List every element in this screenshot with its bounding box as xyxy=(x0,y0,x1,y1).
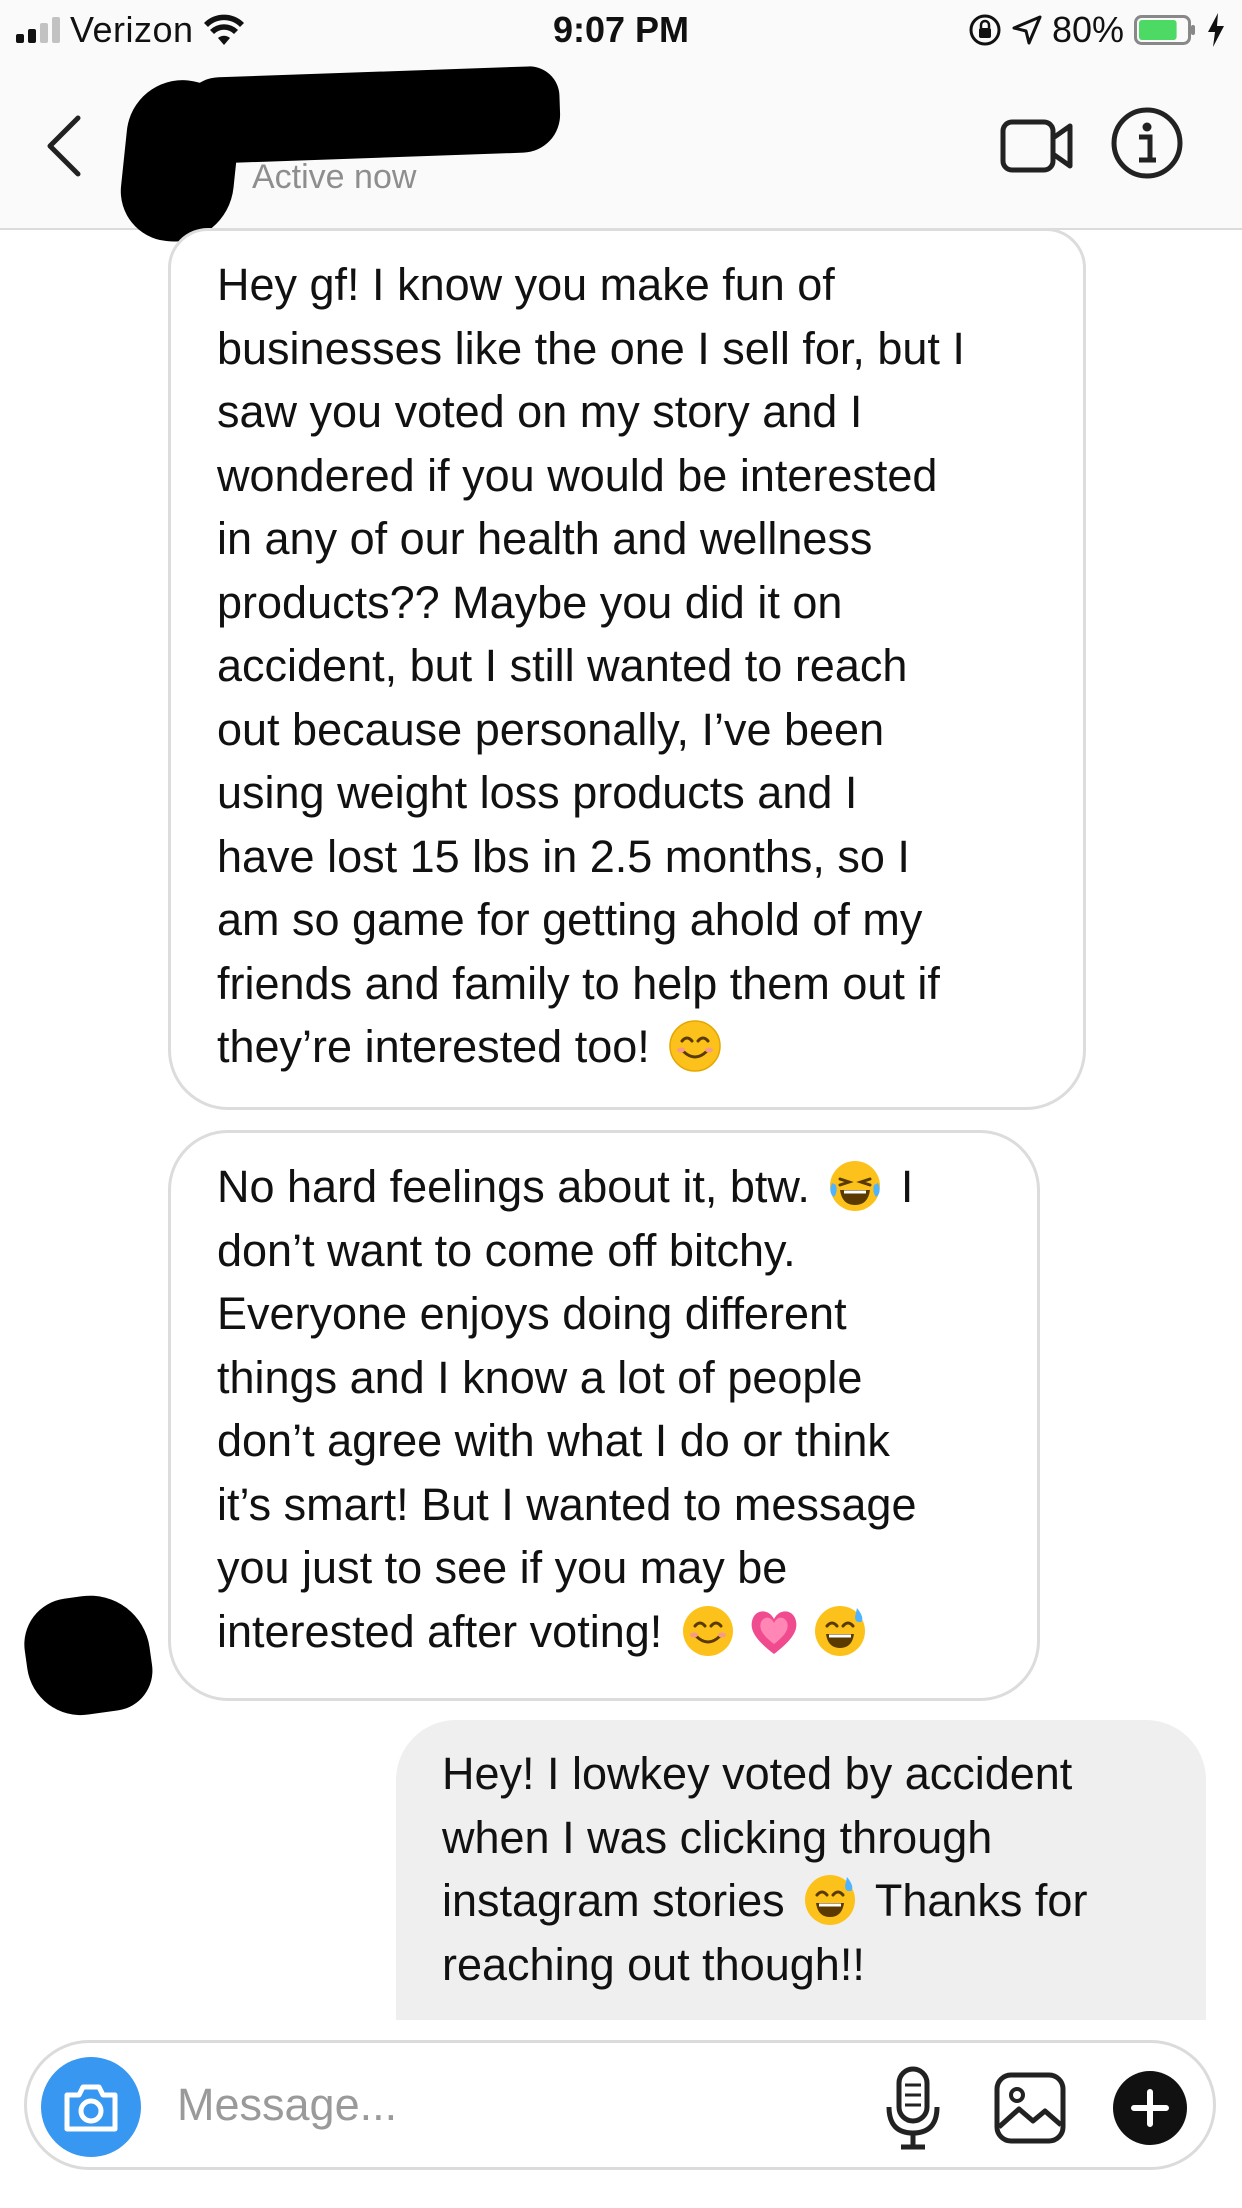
microphone-icon[interactable] xyxy=(883,2065,943,2151)
message-line: you just to see if you may be xyxy=(217,1542,788,1593)
message-line: Hey! I lowkey voted by accident xyxy=(442,1748,1073,1799)
laughing-tears-emoji-icon xyxy=(830,1161,881,1212)
message-line: out because personally, I’ve been xyxy=(217,703,885,755)
more-options-button[interactable] xyxy=(1113,2071,1187,2145)
active-status: Active now xyxy=(252,158,417,196)
location-arrow-icon xyxy=(1012,15,1042,45)
message-input[interactable] xyxy=(177,2069,777,2141)
camera-button[interactable] xyxy=(41,2057,141,2157)
message-line: reaching out though!! xyxy=(442,1938,865,1990)
outgoing-message-bubble[interactable]: Hey! I lowkey voted by accident when I w… xyxy=(396,1720,1206,2020)
message-line: don’t agree with what I do or think xyxy=(217,1415,890,1466)
message-line: Everyone enjoys doing different xyxy=(217,1288,847,1339)
redacted-sender-avatar[interactable] xyxy=(18,1587,158,1723)
camera-icon xyxy=(64,2084,118,2132)
video-call-icon[interactable] xyxy=(1000,114,1074,178)
message-line: don’t want to come off bitchy. xyxy=(217,1224,796,1276)
message-line: using weight loss products and I xyxy=(217,767,858,818)
chat-header: Active now xyxy=(0,62,1242,248)
battery-icon xyxy=(1134,15,1195,45)
message-line: saw you voted on my story and I xyxy=(217,386,863,437)
message-line: am so game for getting ahold of my xyxy=(217,894,923,945)
growing-heart-emoji-icon xyxy=(751,1610,797,1654)
status-bar: Verizon 9:07 PM 80% xyxy=(0,0,1242,62)
orientation-lock-icon xyxy=(969,14,1001,46)
back-chevron-icon[interactable] xyxy=(44,114,84,178)
message-line-with-emoji: interested after voting! xyxy=(217,1600,997,1664)
message-line: when I was clicking through xyxy=(442,1811,993,1863)
message-line: things and I know a lot of people xyxy=(217,1351,863,1403)
redacted-username[interactable] xyxy=(178,65,562,165)
message-line: it’s smart! But I wanted to message xyxy=(217,1478,917,1530)
charging-bolt-icon xyxy=(1208,13,1224,47)
message-line: have lost 15 lbs in 2.5 months, so I xyxy=(217,830,910,882)
message-line: Thanks for xyxy=(874,1875,1088,1926)
incoming-message-bubble[interactable]: Hey gf! I know you make fun of businesse… xyxy=(168,228,1086,1110)
message-line-with-emoji: instagram stories Thanks for xyxy=(442,1869,1166,1933)
message-line: instagram stories xyxy=(442,1875,785,1926)
message-line: accident, but I still wanted to reach xyxy=(217,640,908,691)
message-line: products?? Maybe you did it on xyxy=(217,576,843,628)
smiling-face-emoji-icon xyxy=(682,1605,733,1656)
sweat-smile-emoji-icon xyxy=(814,1605,865,1656)
message-line-with-emoji: No hard feelings about it, btw. I xyxy=(217,1155,997,1219)
message-line: wondered if you would be interested xyxy=(217,449,938,501)
message-line: in any of our health and wellness xyxy=(217,513,873,564)
status-bar-right: 80% xyxy=(968,8,1226,52)
incoming-message-bubble[interactable]: No hard feelings about it, btw. I don’t … xyxy=(168,1130,1040,1701)
smiling-face-emoji-icon xyxy=(669,1020,722,1072)
info-icon[interactable] xyxy=(1110,106,1184,180)
plus-icon xyxy=(1131,2089,1169,2127)
message-line: interested after voting! xyxy=(217,1605,663,1657)
message-line: friends and family to help them out if xyxy=(217,957,940,1009)
battery-percent: 80% xyxy=(1051,9,1124,50)
message-line: businesses like the one I sell for, but … xyxy=(217,322,965,374)
message-line: they’re interested too! xyxy=(217,1021,650,1072)
message-line: Hey gf! I know you make fun of xyxy=(217,259,835,310)
message-line-with-emoji: they’re interested too! xyxy=(217,1015,1043,1079)
sweat-smile-emoji-icon xyxy=(805,1875,856,1926)
message-composer xyxy=(24,2040,1216,2170)
message-line: No hard feelings about it, btw. xyxy=(217,1161,810,1212)
message-line: I xyxy=(900,1161,914,1212)
battery-level xyxy=(1139,20,1177,40)
photo-gallery-icon[interactable] xyxy=(993,2071,1067,2145)
